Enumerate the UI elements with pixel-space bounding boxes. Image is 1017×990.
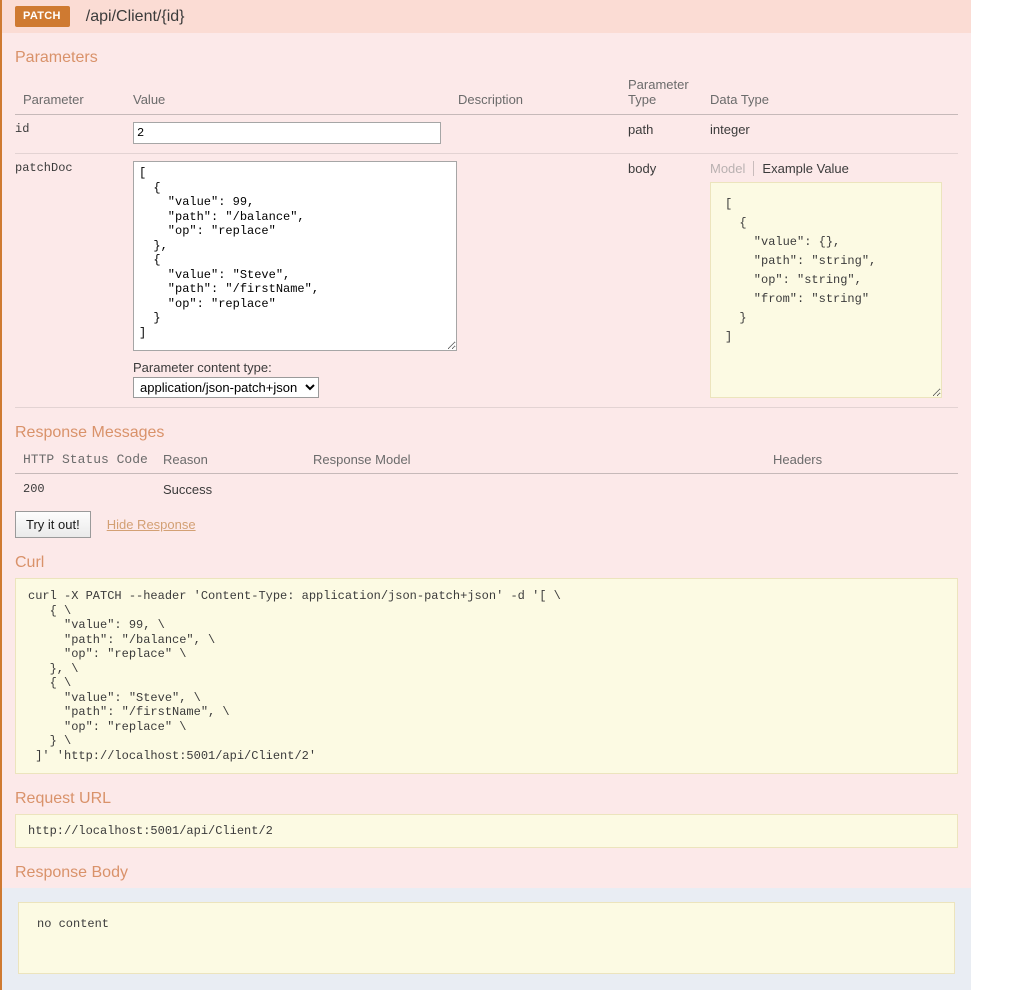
operation-path: /api/Client/{id} xyxy=(85,7,185,25)
parameter-datatype-id: integer xyxy=(710,114,958,154)
response-body-content[interactable]: no content xyxy=(18,902,955,974)
column-header-parameter-type: Parameter Type xyxy=(628,73,710,115)
parameters-table: Parameter Value Description Parameter Typ… xyxy=(15,73,958,408)
parameter-description-id xyxy=(458,114,628,154)
id-input[interactable] xyxy=(133,122,441,144)
tab-model[interactable]: Model xyxy=(710,161,753,176)
http-method-badge: PATCH xyxy=(15,6,70,27)
action-row: Try it out! Hide Response xyxy=(15,511,958,538)
column-header-headers: Headers xyxy=(773,448,958,474)
example-value-box[interactable]: [ { "value": {}, "path": "string", "op":… xyxy=(710,182,942,398)
table-row: patchDoc [ { "value": 99, "path": "/bala… xyxy=(15,153,958,408)
curl-heading: Curl xyxy=(15,554,45,571)
operation-header[interactable]: PATCH /api/Client/{id} xyxy=(2,0,971,33)
column-header-data-type: Data Type xyxy=(710,73,958,115)
content-type-group: Parameter content type: application/json… xyxy=(133,360,458,398)
parameter-type-id: path xyxy=(628,114,710,154)
response-body-container: no content xyxy=(2,888,971,990)
curl-command[interactable]: curl -X PATCH --header 'Content-Type: ap… xyxy=(15,578,958,774)
request-url-value[interactable]: http://localhost:5001/api/Client/2 xyxy=(15,814,958,848)
column-header-parameter-type-line1: Parameter xyxy=(628,77,689,92)
response-headers xyxy=(773,474,958,506)
patchdoc-textarea[interactable]: [ { "value": 99, "path": "/balance", "op… xyxy=(133,161,457,351)
column-header-description: Description xyxy=(458,73,628,115)
operation-panel: PATCH /api/Client/{id} Parameters Parame… xyxy=(0,0,971,990)
column-header-value: Value xyxy=(133,73,458,115)
parameters-header-row: Parameter Value Description Parameter Typ… xyxy=(15,73,958,115)
response-status-code: 200 xyxy=(23,482,45,496)
model-tabs: Model Example Value xyxy=(710,161,958,176)
parameter-type-patchdoc: body xyxy=(628,153,710,408)
response-reason: Success xyxy=(163,482,213,497)
parameter-name-patchdoc: patchDoc xyxy=(15,153,133,408)
column-header-parameter: Parameter xyxy=(15,73,133,115)
parameter-name-id: id xyxy=(15,114,133,154)
request-url-heading: Request URL xyxy=(15,790,112,807)
content-type-label: Parameter content type: xyxy=(133,360,272,375)
column-header-parameter-type-line2: Type xyxy=(628,92,657,107)
operation-content: Parameters Parameter Value Description P… xyxy=(2,49,971,882)
response-messages-heading: Response Messages xyxy=(15,424,165,441)
parameter-description-patchdoc xyxy=(458,153,628,408)
parameter-value-cell-id xyxy=(133,114,458,154)
tab-example-value[interactable]: Example Value xyxy=(753,161,856,176)
response-model xyxy=(313,474,773,506)
response-messages-table: HTTP Status Code Reason Response Model H… xyxy=(15,448,958,505)
content-type-select[interactable]: application/json-patch+json xyxy=(133,377,319,398)
response-body-heading: Response Body xyxy=(15,864,128,881)
column-header-reason: Reason xyxy=(163,448,313,474)
parameter-value-cell-patchdoc: [ { "value": 99, "path": "/balance", "op… xyxy=(133,153,458,408)
column-header-response-model: Response Model xyxy=(313,448,773,474)
response-messages-header-row: HTTP Status Code Reason Response Model H… xyxy=(15,448,958,474)
hide-response-link[interactable]: Hide Response xyxy=(107,517,196,532)
parameter-datatype-patchdoc: Model Example Value [ { "value": {}, "pa… xyxy=(710,153,958,408)
parameters-heading: Parameters xyxy=(15,49,98,66)
table-row: 200 Success xyxy=(15,474,958,506)
try-it-out-button[interactable]: Try it out! xyxy=(15,511,91,538)
column-header-status-code: HTTP Status Code xyxy=(15,448,163,474)
table-row: id path integer xyxy=(15,114,958,154)
